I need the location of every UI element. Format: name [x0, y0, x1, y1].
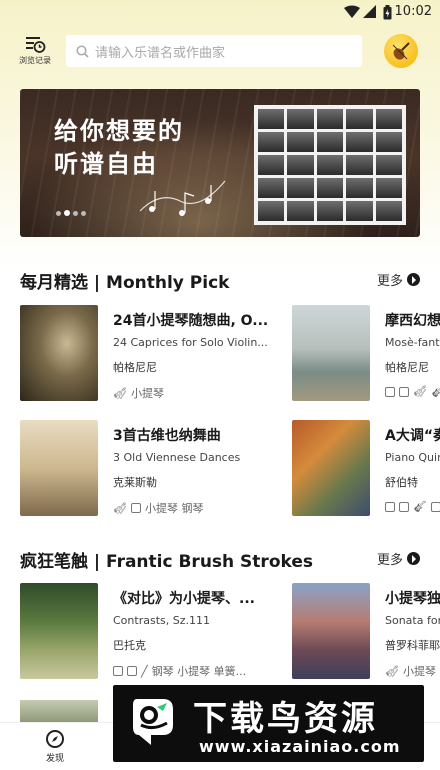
score-icon — [385, 501, 395, 512]
piano-icon — [130, 503, 141, 513]
score-icon — [385, 386, 395, 397]
score-card[interactable]: 《对比》为小提琴、... Contrasts, Sz.111 巴托克 ╱ 钢琴 … — [20, 583, 280, 681]
score-icon — [113, 666, 123, 676]
section-title-frantic-brush-strokes: 疯狂笔触 | Frantic Brush Strokes — [20, 552, 313, 572]
score-card[interactable]: 摩西幻想 Mosè-fanta 帕格尼尼 🎻︎ 🎸︎ — [292, 305, 440, 403]
instrument-tags: ╱ 钢琴 小提琴 单簧... — [113, 663, 246, 679]
score-card[interactable]: 小提琴独 Sonata for 普罗科菲耶 🎻︎ 小提琴 — [292, 583, 440, 681]
instrument-list: 小提琴 — [130, 387, 164, 400]
signal-icon — [363, 5, 376, 18]
piano-icon — [430, 501, 440, 512]
composer-name: 帕格尼尼 — [385, 361, 429, 374]
page-dot[interactable] — [56, 210, 61, 216]
search-icon — [76, 44, 89, 58]
history-button[interactable]: 浏览记录 — [16, 34, 54, 68]
score-title: 24首小提琴随想曲, O... — [113, 313, 269, 329]
guitar-icon: 🎸︎ — [413, 500, 427, 513]
search-input[interactable]: 请输入乐谱名或作曲家 — [66, 35, 362, 67]
clarinet-icon: ╱ — [141, 664, 148, 678]
violin-icon: 🎻︎ — [385, 664, 399, 678]
search-placeholder: 请输入乐谱名或作曲家 — [95, 45, 226, 61]
score-english-title: Sonata for — [385, 614, 440, 627]
score-english-title: Mosè-fanta — [385, 336, 440, 349]
avatar[interactable] — [384, 34, 418, 68]
painting-thumbnail — [20, 305, 98, 401]
composer-name: 舒伯特 — [385, 476, 418, 489]
score-card[interactable]: 3首古维也纳舞曲 3 Old Viennese Dances 克莱斯勒 🎻︎ 小… — [20, 420, 280, 518]
more-button-frantic-brush-strokes[interactable]: 更多 — [377, 549, 420, 568]
instrument-tags: 🎻︎ 小提琴 — [385, 663, 436, 679]
recording-icon — [127, 666, 137, 676]
violin-icon: 🎻︎ — [113, 386, 127, 400]
painting-thumbnail[interactable] — [20, 700, 98, 722]
watermark-title: 下载鸟资源 — [193, 699, 378, 739]
score-title: 3首古维也纳舞曲 — [113, 428, 221, 444]
violin-icon: 🎻︎ — [113, 501, 127, 515]
painting-thumbnail — [20, 583, 98, 679]
banner-pagination — [56, 210, 86, 216]
score-english-title: 3 Old Viennese Dances — [113, 451, 241, 464]
promo-banner[interactable]: 给你想要的 听谱自由 — [20, 89, 420, 237]
score-title: A大调“奏 — [385, 428, 440, 444]
chevron-right-icon — [407, 273, 420, 286]
score-card[interactable]: A大调“奏 Piano Quin 舒伯特 🎸︎ — [292, 420, 440, 518]
nav-label: 发现 — [45, 754, 64, 764]
more-label: 更多 — [376, 553, 403, 568]
instrument-list: 钢琴 小提琴 单簧... — [151, 665, 247, 678]
recording-icon — [399, 501, 409, 512]
composer-name: 巴托克 — [113, 639, 146, 652]
score-card[interactable]: 24首小提琴随想曲, O... 24 Caprices for Solo Vio… — [20, 305, 280, 403]
music-notes-icon — [139, 180, 226, 216]
violin-icon: 🎻︎ — [413, 385, 427, 398]
page-dot[interactable] — [81, 210, 86, 216]
instrument-tags: 🎻︎ 小提琴 — [113, 385, 164, 401]
score-title: 《对比》为小提琴、... — [113, 591, 255, 607]
status-bar: 10:02 — [0, 0, 440, 26]
painting-thumbnail — [292, 305, 370, 401]
score-english-title: Piano Quin — [385, 451, 440, 464]
compass-icon — [46, 730, 64, 748]
instrument-list: 小提琴 钢琴 — [144, 502, 204, 515]
watermark: 下载鸟资源 www.xiazainiao.com — [113, 685, 424, 762]
more-label: 更多 — [376, 274, 403, 289]
history-label: 浏览记录 — [19, 56, 51, 65]
score-english-title: 24 Caprices for Solo Violin... — [113, 336, 268, 349]
recording-icon — [399, 386, 409, 397]
composer-name: 克莱斯勒 — [113, 476, 157, 489]
nav-item-discover[interactable]: 发现 — [25, 729, 85, 764]
score-title: 摩西幻想 — [385, 313, 440, 329]
guitar-icon: 🎸︎ — [430, 385, 440, 398]
watermark-url: www.xiazainiao.com — [199, 737, 401, 756]
composer-name: 帕格尼尼 — [113, 361, 157, 374]
composer-portrait-grid — [254, 105, 406, 225]
instrument-tags: 🎻︎ 🎸︎ — [385, 385, 440, 398]
section-title-monthly-pick: 每月精选 | Monthly Pick — [20, 273, 230, 293]
composer-name: 普罗科菲耶 — [385, 639, 440, 652]
bird-logo-icon — [133, 699, 173, 745]
instrument-tags: 🎻︎ 小提琴 钢琴 — [113, 500, 203, 516]
score-title: 小提琴独 — [385, 591, 440, 607]
chevron-right-icon — [407, 552, 420, 565]
more-button-monthly-pick[interactable]: 更多 — [377, 270, 420, 289]
painting-thumbnail — [292, 420, 370, 516]
painting-thumbnail — [20, 420, 98, 516]
status-time: 10:02 — [394, 4, 432, 19]
page-dot-active[interactable] — [64, 210, 70, 216]
violin-icon — [392, 42, 410, 60]
history-icon — [26, 37, 46, 53]
battery-icon — [383, 5, 392, 20]
banner-title-line1: 给你想要的 — [54, 117, 184, 145]
score-english-title: Contrasts, Sz.111 — [113, 614, 210, 627]
wifi-icon — [344, 5, 360, 18]
painting-thumbnail — [292, 583, 370, 679]
instrument-tags: 🎸︎ — [385, 500, 440, 513]
instrument-list: 小提琴 — [402, 665, 436, 678]
page-dot[interactable] — [73, 210, 78, 216]
